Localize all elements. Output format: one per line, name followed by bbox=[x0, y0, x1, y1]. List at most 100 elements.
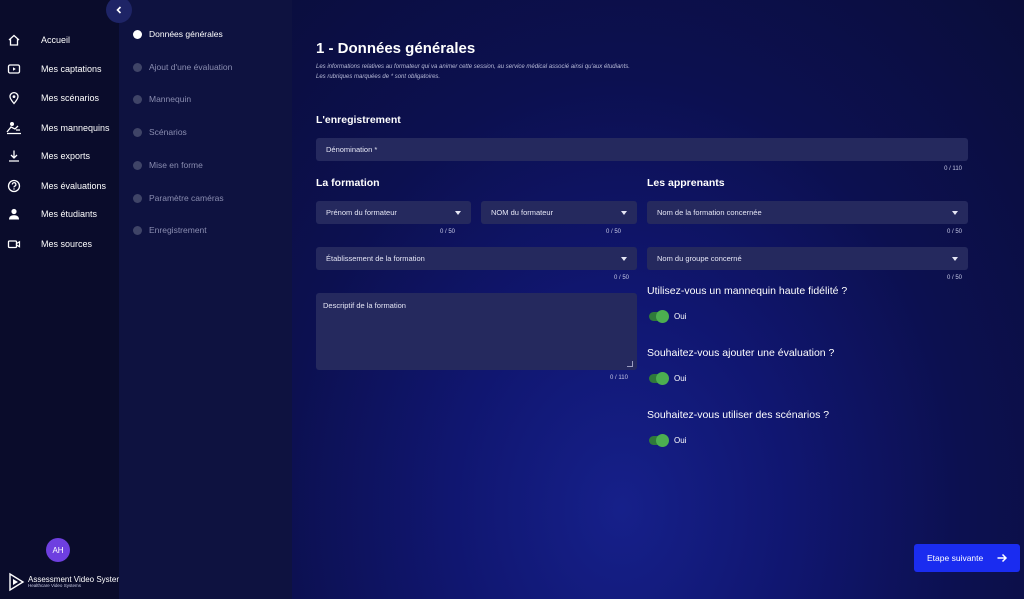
section-title-formation: La formation bbox=[316, 177, 380, 189]
nom-formateur-counter: 0 / 50 bbox=[606, 229, 622, 235]
section-title-enregistrement: L'enregistrement bbox=[316, 114, 401, 126]
prenom-formateur-counter: 0 / 50 bbox=[440, 229, 456, 235]
sidebar-item-evaluations[interactable]: Mes évaluations bbox=[0, 176, 119, 196]
steps-panel: Données générales Ajout d'une évaluation… bbox=[119, 0, 292, 599]
sidebar-item-exports[interactable]: Mes exports bbox=[0, 146, 119, 166]
next-step-button[interactable]: Etape suivante bbox=[914, 544, 1020, 572]
step-label: Mise en forme bbox=[149, 160, 203, 170]
video-play-icon bbox=[6, 61, 22, 77]
field-placeholder: Nom de la formation concernée bbox=[657, 208, 762, 217]
caret-down-icon bbox=[952, 256, 958, 261]
mannequin-icon bbox=[6, 120, 22, 136]
step-ajout-evaluation[interactable]: Ajout d'une évaluation bbox=[133, 60, 232, 74]
sidebar-item-label: Mes évaluations bbox=[41, 181, 107, 191]
sidebar-item-accueil[interactable]: Accueil bbox=[0, 30, 119, 50]
step-mannequin[interactable]: Mannequin bbox=[133, 92, 191, 106]
toggle-mannequin[interactable]: Oui bbox=[649, 310, 687, 323]
sidebar-item-sources[interactable]: Mes sources bbox=[0, 234, 119, 254]
sidebar-item-label: Mes scénarios bbox=[41, 93, 100, 103]
step-dot bbox=[133, 225, 142, 235]
sidebar-item-label: Mes sources bbox=[41, 239, 93, 249]
sidebar-item-label: Mes mannequins bbox=[41, 123, 110, 133]
sidebar-item-label: Mes étudiants bbox=[41, 209, 98, 219]
nom-groupe-counter: 0 / 50 bbox=[946, 275, 962, 281]
step-dot bbox=[133, 193, 142, 203]
sidebar-item-label: Mes captations bbox=[41, 64, 102, 74]
question-evaluation: Souhaitez-vous ajouter une évaluation ? bbox=[647, 347, 835, 359]
field-placeholder: Établissement de la formation bbox=[326, 254, 425, 263]
user-icon bbox=[6, 206, 22, 222]
nom-groupe-select[interactable]: Nom du groupe concerné bbox=[647, 247, 968, 270]
map-pin-icon bbox=[6, 90, 22, 106]
step-mise-en-forme[interactable]: Mise en forme bbox=[133, 158, 203, 172]
step-dot bbox=[133, 160, 142, 170]
nom-formateur-select[interactable]: NOM du formateur bbox=[481, 201, 637, 224]
chevron-left-icon bbox=[116, 6, 122, 14]
toggle-evaluation[interactable]: Oui bbox=[649, 372, 687, 385]
toggle-track bbox=[649, 372, 669, 385]
camera-icon bbox=[6, 236, 22, 252]
field-placeholder: Descriptif de la formation bbox=[323, 301, 406, 310]
sidebar-item-mannequins[interactable]: Mes mannequins bbox=[0, 118, 119, 138]
avatar[interactable]: AH bbox=[46, 538, 70, 562]
field-placeholder: Dénomination * bbox=[326, 145, 378, 154]
step-label: Scénarios bbox=[149, 127, 187, 137]
step-label: Mannequin bbox=[149, 94, 192, 104]
nom-formation-counter: 0 / 50 bbox=[946, 229, 962, 235]
toggle-label: Oui bbox=[674, 374, 687, 383]
resize-handle-icon[interactable] bbox=[627, 361, 633, 367]
sidebar-item-scenarios[interactable]: Mes scénarios bbox=[0, 88, 119, 108]
sidebar: Accueil Mes captations Mes scénarios Mes… bbox=[0, 0, 123, 599]
descriptif-counter: 0 / 110 bbox=[610, 375, 628, 381]
prenom-formateur-select[interactable]: Prénom du formateur bbox=[316, 201, 471, 224]
question-scenarios: Souhaitez-vous utiliser des scénarios ? bbox=[647, 409, 830, 421]
brand-logo: Assessment Video System Healthcare Video… bbox=[6, 572, 123, 592]
step-dot bbox=[133, 62, 142, 72]
nom-formation-select[interactable]: Nom de la formation concernée bbox=[647, 201, 968, 224]
home-icon bbox=[6, 32, 22, 48]
question-mannequin: Utilisez-vous un mannequin haute fidélit… bbox=[647, 285, 848, 297]
description-line: Les informations relatives au formateur … bbox=[316, 64, 630, 70]
toggle-label: Oui bbox=[674, 436, 687, 445]
toggle-track bbox=[649, 434, 669, 447]
caret-down-icon bbox=[952, 210, 958, 215]
step-parametre-cameras[interactable]: Paramètre caméras bbox=[133, 191, 224, 205]
descriptif-textarea[interactable]: Descriptif de la formation bbox=[316, 293, 637, 370]
sidebar-item-label: Accueil bbox=[41, 35, 71, 45]
page-title: 1 - Données générales bbox=[316, 40, 476, 57]
brand-subtitle: Healthcare Video Systems bbox=[28, 582, 81, 588]
step-dot bbox=[133, 29, 142, 39]
toggle-track bbox=[649, 310, 669, 323]
toggle-knob bbox=[656, 434, 669, 447]
toggle-knob bbox=[656, 310, 669, 323]
caret-down-icon bbox=[455, 210, 461, 215]
toggle-label: Oui bbox=[674, 312, 687, 321]
field-placeholder: NOM du formateur bbox=[491, 208, 554, 217]
help-circle-icon bbox=[6, 178, 22, 194]
toggle-scenarios[interactable]: Oui bbox=[649, 434, 687, 447]
main-content: 1 - Données générales Les informations r… bbox=[292, 0, 1024, 599]
step-label: Ajout d'une évaluation bbox=[149, 62, 233, 72]
step-dot bbox=[133, 94, 142, 104]
denomination-input[interactable]: Dénomination * bbox=[316, 138, 968, 161]
step-donnees-generales[interactable]: Données générales bbox=[133, 27, 223, 41]
step-dot bbox=[133, 127, 142, 137]
sidebar-item-label: Mes exports bbox=[41, 151, 91, 161]
sidebar-item-captations[interactable]: Mes captations bbox=[0, 59, 119, 79]
caret-down-icon bbox=[621, 210, 627, 215]
field-placeholder: Prénom du formateur bbox=[326, 208, 397, 217]
sidebar-item-etudiants[interactable]: Mes étudiants bbox=[0, 204, 119, 224]
denomination-counter: 0 / 110 bbox=[944, 166, 962, 172]
step-label: Enregistrement bbox=[149, 225, 207, 235]
step-label: Données générales bbox=[149, 29, 223, 39]
play-logo-icon bbox=[9, 572, 25, 592]
field-placeholder: Nom du groupe concerné bbox=[657, 254, 742, 263]
step-enregistrement[interactable]: Enregistrement bbox=[133, 223, 207, 237]
caret-down-icon bbox=[621, 256, 627, 261]
etablissement-select[interactable]: Établissement de la formation bbox=[316, 247, 637, 270]
etablissement-counter: 0 / 50 bbox=[614, 275, 630, 281]
toggle-knob bbox=[656, 372, 669, 385]
step-scenarios[interactable]: Scénarios bbox=[133, 125, 187, 139]
arrow-right-icon bbox=[997, 553, 1008, 563]
section-title-apprenants: Les apprenants bbox=[647, 177, 725, 189]
